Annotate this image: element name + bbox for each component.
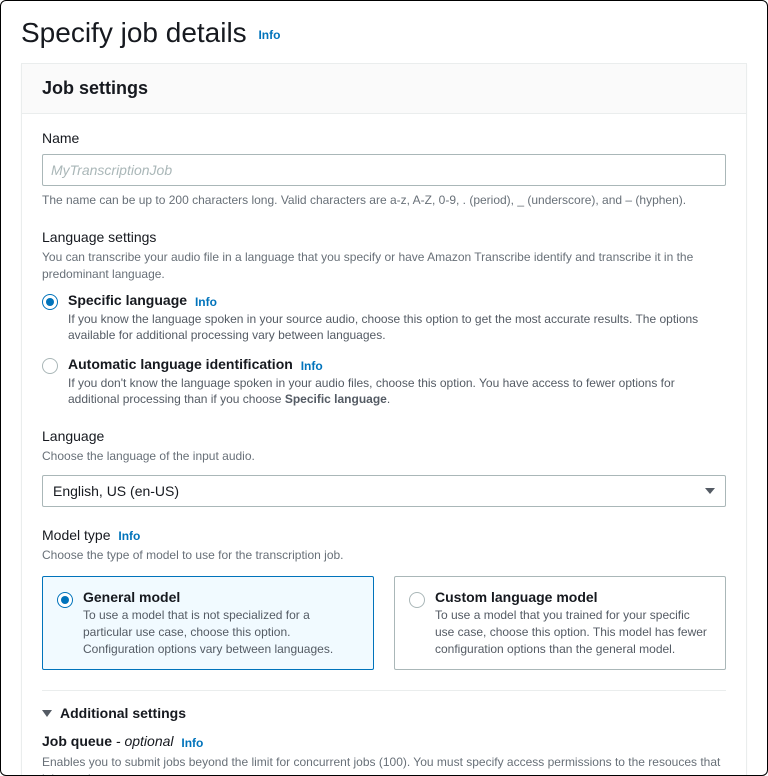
language-settings-section: Language settings You can transcribe you… [42,229,726,408]
radio-icon[interactable] [57,592,73,608]
job-queue-helper: Enables you to submit jobs beyond the li… [42,754,726,776]
job-settings-panel: Job settings Name The name can be up to … [21,63,747,776]
info-link-specific[interactable]: Info [195,295,217,309]
radio-title: Specific language [68,292,187,308]
name-input[interactable] [42,154,726,186]
radio-icon[interactable] [42,294,58,310]
job-queue-optional: - optional [112,733,173,749]
additional-settings-toggle[interactable]: Additional settings [42,705,726,721]
info-link-model[interactable]: Info [118,529,140,543]
tile-title: Custom language model [435,589,711,605]
model-type-helper: Choose the type of model to use for the … [42,547,726,564]
radio-icon[interactable] [42,358,58,374]
divider [42,690,726,691]
radio-auto-language[interactable]: Automatic language identification Info I… [42,356,726,408]
tile-custom-model[interactable]: Custom language model To use a model tha… [394,576,726,670]
language-section: Language Choose the language of the inpu… [42,428,726,507]
panel-title: Job settings [42,78,726,99]
radio-specific-language[interactable]: Specific language Info If you know the l… [42,292,726,344]
radio-desc-bold: Specific language [285,392,387,406]
job-queue-label: Job queue - optional Info [42,733,726,749]
tile-desc: To use a model that is not specialized f… [83,607,359,657]
name-field: Name The name can be up to 200 character… [42,130,726,209]
info-link-auto[interactable]: Info [301,359,323,373]
model-type-label-text: Model type [42,527,110,543]
name-helper: The name can be up to 200 characters lon… [42,192,726,209]
language-settings-label: Language settings [42,229,726,245]
job-queue-label-text: Job queue [42,733,112,749]
chevron-down-icon [705,488,715,494]
language-settings-helper: You can transcribe your audio file in a … [42,249,726,283]
panel-header: Job settings [22,64,746,114]
language-label: Language [42,428,726,444]
language-select[interactable]: English, US (en-US) [42,475,726,507]
radio-desc-post: . [387,392,390,406]
model-type-label: Model type Info [42,527,726,543]
language-select-value: English, US (en-US) [53,483,179,499]
radio-desc: If you don't know the language spoken in… [68,375,726,409]
radio-desc: If you know the language spoken in your … [68,311,726,345]
name-label: Name [42,130,726,146]
tile-desc: To use a model that you trained for your… [435,607,711,657]
tile-title: General model [83,589,359,605]
radio-icon[interactable] [409,592,425,608]
radio-title: Automatic language identification [68,356,293,372]
job-queue-section: Job queue - optional Info Enables you to… [42,733,726,776]
additional-settings-label: Additional settings [60,705,186,721]
info-link-jobqueue[interactable]: Info [181,736,203,750]
page-title: Specify job details Info [21,17,747,49]
page-title-text: Specify job details [21,17,247,48]
language-helper: Choose the language of the input audio. [42,448,726,465]
model-type-section: Model type Info Choose the type of model… [42,527,726,670]
triangle-down-icon [42,710,52,717]
info-link-page[interactable]: Info [258,28,280,42]
tile-general-model[interactable]: General model To use a model that is not… [42,576,374,670]
